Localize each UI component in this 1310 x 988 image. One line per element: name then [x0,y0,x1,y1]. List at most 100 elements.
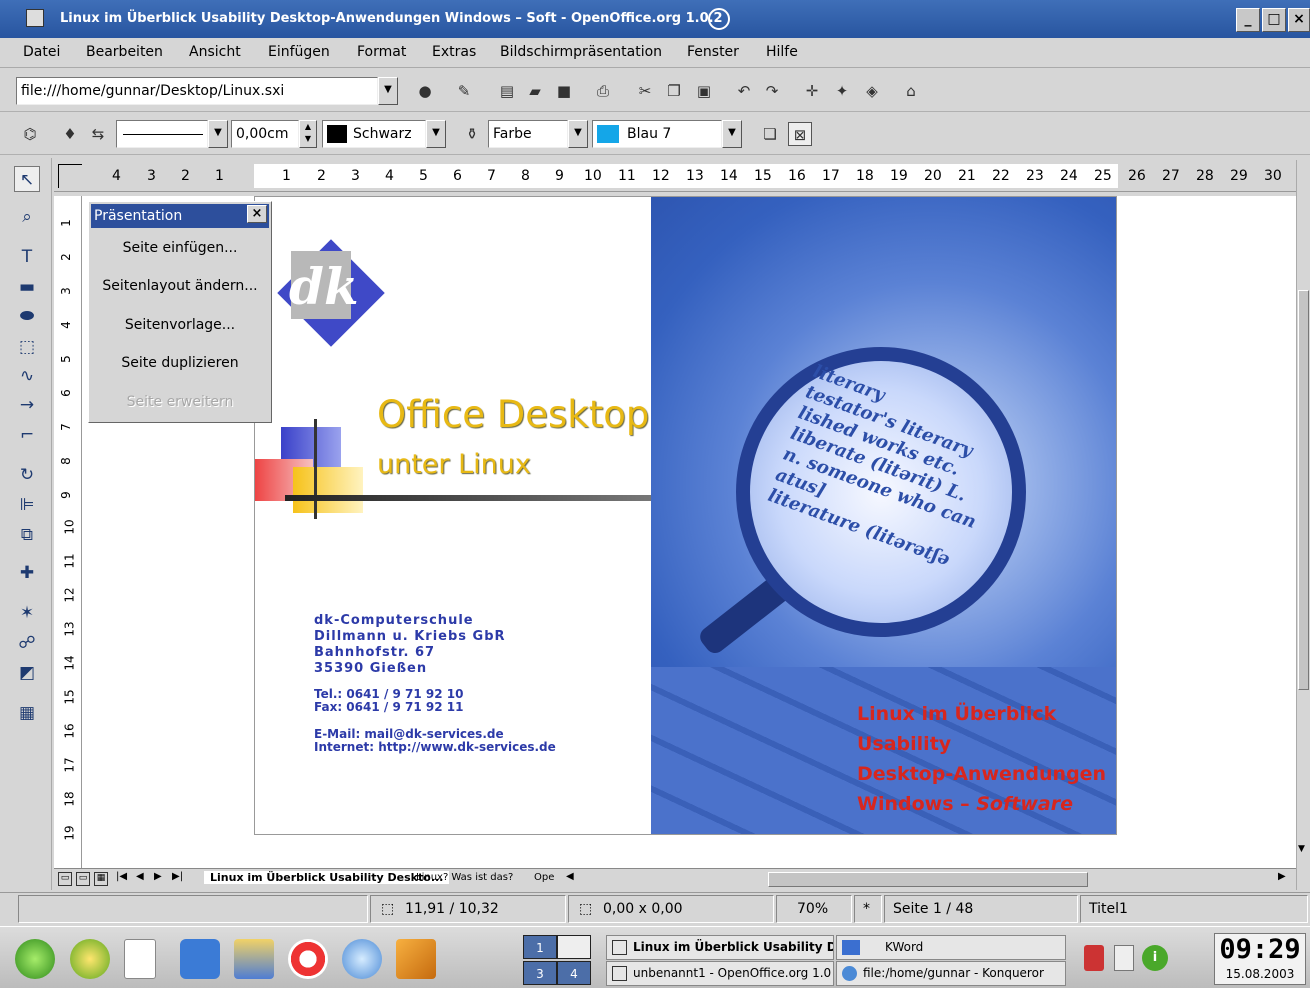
panel-change-layout[interactable]: Seitenlayout ändern... [89,278,271,294]
info-icon[interactable]: i [1142,945,1168,971]
title-bar[interactable]: Linux im Überblick Usability Desktop-Anw… [0,0,1310,38]
new-document-icon[interactable]: ▤ [495,79,519,103]
url-dropdown[interactable]: ▼ [378,77,398,105]
navigator-icon[interactable]: ✛ [800,79,824,103]
line-arrows-icon[interactable]: ⇆ [86,122,110,146]
menu-bearbeiten[interactable]: Bearbeiten [86,44,163,60]
interaction-icon[interactable]: ☍ [14,630,40,656]
app-icon[interactable] [26,9,44,27]
menu-extras[interactable]: Extras [432,44,476,60]
slide-tab-2[interactable]: Linux? Was ist das? [410,872,519,883]
paste-icon[interactable]: ▣ [692,79,716,103]
phone-block[interactable]: Tel.: 0641 / 9 71 92 10 Fax: 0641 / 9 71… [314,688,464,714]
url-field[interactable]: file:///home/gunnar/Desktop/Linux.sxi [16,77,378,105]
insert-icon[interactable]: ✚ [14,560,40,586]
desktop-pager-2[interactable] [557,935,591,959]
menu-fenster[interactable]: Fenster [687,44,739,60]
view-outline-icon[interactable]: ▭ [76,872,90,886]
line-style-select[interactable] [116,120,208,148]
edit-file-icon[interactable]: ✎ [452,79,476,103]
line-width-spinner[interactable]: ▲ ▼ [299,120,317,148]
line-width-field[interactable]: 0,00cm [231,120,299,148]
web-block[interactable]: E-Mail: mail@dk-services.de Internet: ht… [314,728,556,754]
cut-icon[interactable]: ✂ [633,79,657,103]
minimize-button[interactable]: _ [1236,8,1260,32]
help-lifebuoy-icon[interactable] [288,939,328,979]
effects-icon[interactable]: ✶ [14,600,40,626]
status-zoom[interactable]: 70% [776,895,852,923]
horizontal-scrollbar[interactable] [768,872,1088,887]
menu-ansicht[interactable]: Ansicht [189,44,241,60]
3d-objects-icon[interactable]: ⬚ [14,334,40,360]
slide-tab-3[interactable]: Ope [528,872,560,883]
last-page-button[interactable]: ▶| [172,871,183,882]
panel-close-button[interactable]: × [247,205,267,223]
menu-hilfe[interactable]: Hilfe [766,44,798,60]
rectangle-icon[interactable]: ▬ [14,274,40,300]
stylist-icon[interactable]: ✦ [830,79,854,103]
menu-format[interactable]: Format [357,44,406,60]
panel-expand-page[interactable]: Seite erweitern [89,394,271,410]
shadow-icon[interactable]: ❏ [758,122,782,146]
task-kword[interactable]: KWord [836,935,1066,960]
stop-icon[interactable]: ● [413,79,437,103]
3d-controller-icon[interactable]: ◩ [14,660,40,686]
panel-title[interactable]: Präsentation [91,204,269,228]
text-icon[interactable]: T [14,244,40,270]
panel-duplicate-page[interactable]: Seite duplizieren [89,355,271,371]
alignment-icon[interactable]: ⊫ [14,492,40,518]
print-icon[interactable]: ⎙ [591,79,615,103]
fill-color-select[interactable]: Blau 7 [592,120,722,148]
home-folder-icon[interactable] [180,939,220,979]
line-color-dropdown[interactable]: ▼ [426,120,446,148]
konqueror-icon[interactable] [342,939,382,979]
vertical-scrollbar[interactable]: ▼ [1296,160,1310,890]
prev-page-button[interactable]: ◀ [136,871,144,882]
scroll-thumb[interactable] [1298,290,1309,690]
open-folder-icon[interactable]: ▰ [523,79,547,103]
line-arrow-icon[interactable]: → [14,392,40,418]
maximize-button[interactable]: □ [1262,8,1286,32]
insert-image-icon[interactable]: ⊠ [788,122,812,146]
select-arrow-icon[interactable]: ↖ [14,166,40,192]
view-slides-icon[interactable]: ▦ [94,872,108,886]
slide[interactable]: dk Office Desktop unter Linux dk-Compute… [254,196,1117,835]
kde-menu-icon[interactable] [15,939,55,979]
quick-launch-icon[interactable] [70,939,110,979]
clock[interactable]: 09:29 15.08.2003 [1214,933,1306,985]
rotate-icon[interactable]: ↻ [14,462,40,488]
slide-show-icon[interactable]: ▦ [14,700,40,726]
points-icon[interactable]: ⌬ [18,122,42,146]
arrange-icon[interactable]: ⧉ [14,522,40,548]
task-konqueror[interactable]: file:/home/gunnar - Konqueror [836,961,1066,986]
task-openoffice[interactable]: unbenannt1 - OpenOffice.org 1.0 [606,961,834,986]
scroll-down-icon[interactable]: ▼ [1298,844,1305,854]
first-page-button[interactable]: |◀ [116,871,127,882]
zoom-icon[interactable]: ⌕ [14,204,40,230]
gallery-icon[interactable]: ◈ [860,79,884,103]
save-icon[interactable]: ■ [552,79,576,103]
menu-bildschirmpraesentation[interactable]: Bildschirmpräsentation [500,44,662,60]
document-icon[interactable] [124,939,156,979]
line-color-select[interactable]: Schwarz [322,120,426,148]
desktop-pager-4[interactable]: 4 [557,961,591,985]
magnifier-photo[interactable]: literary testator's literary lished work… [651,197,1116,834]
redo-icon[interactable]: ↷ [760,79,784,103]
scroll-right-icon[interactable]: ▶ [1278,871,1286,882]
undo-icon[interactable]: ↶ [732,79,756,103]
view-drawing-icon[interactable]: ▭ [58,872,72,886]
slide-subtitle[interactable]: unter Linux [377,449,531,480]
menu-einfuegen[interactable]: Einfügen [268,44,330,60]
panel-page-template[interactable]: Seitenvorlage... [89,317,271,333]
klipper-icon[interactable] [1114,945,1134,971]
line-style-dropdown[interactable]: ▼ [208,120,228,148]
menu-datei[interactable]: Datei [23,44,60,60]
curve-icon[interactable]: ∿ [14,363,40,389]
desktop-pager-1[interactable]: 1 [523,935,557,959]
close-button[interactable]: × [1288,8,1310,32]
ellipse-icon[interactable]: ⬬ [14,303,40,329]
copy-icon[interactable]: ❐ [662,79,686,103]
slide-title[interactable]: Office Desktop [377,393,649,436]
home-icon[interactable]: ⌂ [899,79,923,103]
task-impress[interactable]: Linux im Überblick Usability De [606,935,834,960]
